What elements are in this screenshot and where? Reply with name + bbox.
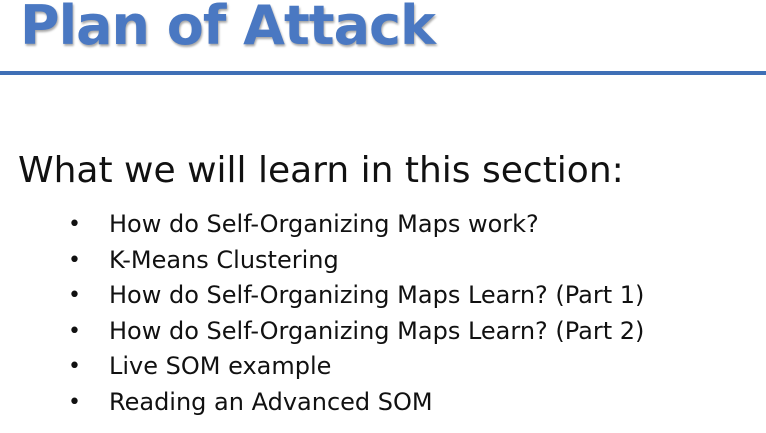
slide-title: Plan of Attack (20, 0, 436, 57)
bullet-icon: • (68, 389, 81, 415)
topic-label: K-Means Clustering (109, 245, 339, 274)
topic-label: How do Self-Organizing Maps work? (109, 210, 539, 238)
topic-label: Reading an Advanced SOM (109, 387, 433, 416)
bullet-icon: • (68, 318, 81, 344)
presentation-slide: Plan of Attack What we will learn in thi… (0, 0, 766, 433)
section-heading: What we will learn in this section: (18, 150, 624, 191)
bullet-icon: • (68, 212, 81, 237)
topic-label: How do Self-Organizing Maps Learn? (Part… (109, 316, 645, 345)
bullet-icon: • (68, 354, 81, 379)
bullet-icon: • (68, 283, 81, 308)
bullet-icon: • (68, 247, 81, 273)
topic-label: Live SOM example (109, 352, 332, 380)
title-divider (0, 71, 766, 75)
topic-label: How do Self-Organizing Maps Learn? (Part… (109, 281, 645, 309)
